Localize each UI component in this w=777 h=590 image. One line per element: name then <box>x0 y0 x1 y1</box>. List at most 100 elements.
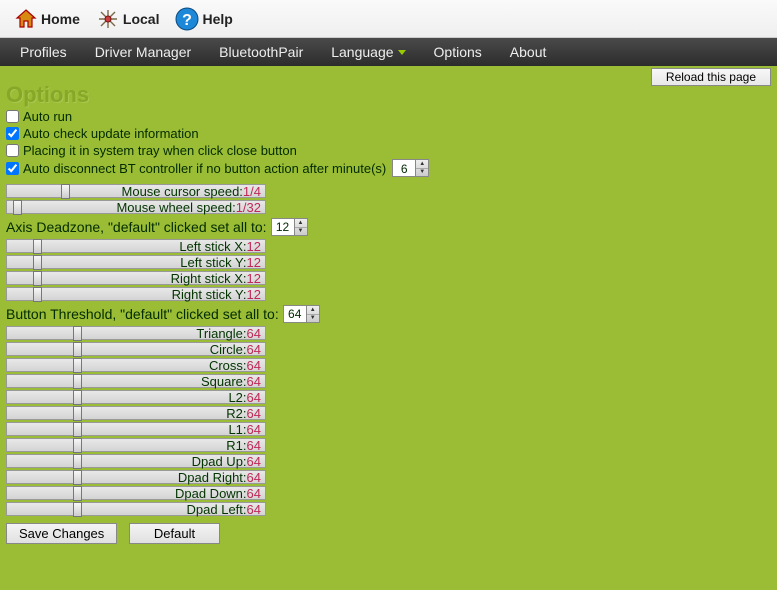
button-threshold-item-row: R1:64 <box>6 437 771 453</box>
button-threshold-item-slider[interactable]: Cross:64 <box>6 358 266 372</box>
mouse-cursor-speed-slider[interactable]: Mouse cursor speed:1/4 <box>6 184 266 198</box>
slider-handle[interactable] <box>33 271 42 286</box>
help-button[interactable]: ? Help <box>169 5 238 33</box>
menu-language[interactable]: Language <box>317 39 419 65</box>
button-threshold-item-value: 64 <box>247 406 261 421</box>
button-threshold-item-value: 64 <box>247 470 261 485</box>
button-threshold-item-label: Cross: <box>209 358 247 373</box>
button-threshold-item-row: L2:64 <box>6 389 771 405</box>
auto-disconnect-spinner[interactable]: 6 ▲ ▼ <box>392 159 429 177</box>
axis-deadzone-item-row: Right stick X:12 <box>6 270 771 286</box>
slider-handle[interactable] <box>73 406 82 421</box>
slider-handle[interactable] <box>61 184 70 199</box>
button-threshold-item-slider[interactable]: L2:64 <box>6 390 266 404</box>
axis-deadzone-item-label: Left stick Y: <box>180 255 246 270</box>
button-threshold-label: Button Threshold, "default" clicked set … <box>6 306 279 322</box>
button-threshold-item-slider[interactable]: Triangle:64 <box>6 326 266 340</box>
button-threshold-item-label: Dpad Right: <box>178 470 247 485</box>
system-tray-row: Placing it in system tray when click clo… <box>6 142 771 159</box>
slider-handle[interactable] <box>73 390 82 405</box>
spinner-down-icon[interactable]: ▼ <box>416 169 428 177</box>
axis-deadzone-section: Axis Deadzone, "default" clicked set all… <box>6 218 771 236</box>
axis-deadzone-item-slider[interactable]: Left stick X:12 <box>6 239 266 253</box>
menu-about[interactable]: About <box>496 39 561 65</box>
spinner-up-icon[interactable]: ▲ <box>295 219 307 228</box>
menu-language-label: Language <box>331 44 393 60</box>
button-threshold-item-slider[interactable]: Dpad Down:64 <box>6 486 266 500</box>
slider-handle[interactable] <box>73 438 82 453</box>
axis-deadzone-item-slider[interactable]: Right stick X:12 <box>6 271 266 285</box>
menu-options[interactable]: Options <box>420 39 496 65</box>
save-changes-button[interactable]: Save Changes <box>6 523 117 544</box>
auto-check-update-label: Auto check update information <box>23 125 199 142</box>
axis-deadzone-item-value: 12 <box>247 239 261 254</box>
button-threshold-item-slider[interactable]: R1:64 <box>6 438 266 452</box>
auto-disconnect-row: Auto disconnect BT controller if no butt… <box>6 159 771 177</box>
menu-driver-manager[interactable]: Driver Manager <box>81 39 205 65</box>
button-threshold-section: Button Threshold, "default" clicked set … <box>6 305 771 323</box>
action-buttons: Save Changes Default <box>6 523 771 544</box>
slider-handle[interactable] <box>73 502 82 517</box>
home-button[interactable]: Home <box>8 5 86 33</box>
button-threshold-item-slider[interactable]: Circle:64 <box>6 342 266 356</box>
auto-disconnect-checkbox[interactable] <box>6 162 19 175</box>
button-threshold-item-slider[interactable]: Dpad Up:64 <box>6 454 266 468</box>
home-icon <box>14 7 38 31</box>
slider-handle[interactable] <box>33 239 42 254</box>
button-threshold-item-value: 64 <box>247 486 261 501</box>
spinner-down-icon[interactable]: ▼ <box>295 228 307 236</box>
slider-handle[interactable] <box>73 470 82 485</box>
slider-handle[interactable] <box>73 454 82 469</box>
local-icon <box>96 7 120 31</box>
button-threshold-item-label: L1: <box>228 422 246 437</box>
options-panel: Reload this page Options Auto run Auto c… <box>0 66 777 590</box>
svg-text:?: ? <box>183 12 193 29</box>
button-threshold-item-slider[interactable]: R2:64 <box>6 406 266 420</box>
spinner-up-icon[interactable]: ▲ <box>307 306 319 315</box>
button-threshold-item-value: 64 <box>247 422 261 437</box>
button-threshold-item-slider[interactable]: L1:64 <box>6 422 266 436</box>
axis-deadzone-spinner[interactable]: 12 ▲ ▼ <box>271 218 308 236</box>
system-tray-checkbox[interactable] <box>6 144 19 157</box>
button-threshold-item-slider[interactable]: Dpad Left:64 <box>6 502 266 516</box>
axis-deadzone-item-row: Left stick Y:12 <box>6 254 771 270</box>
button-threshold-item-label: Dpad Left: <box>187 502 247 517</box>
button-threshold-item-slider[interactable]: Dpad Right:64 <box>6 470 266 484</box>
slider-handle[interactable] <box>73 342 82 357</box>
mouse-wheel-speed-slider[interactable]: Mouse wheel speed:1/32 <box>6 200 266 214</box>
button-threshold-item-slider[interactable]: Square:64 <box>6 374 266 388</box>
mouse-cursor-speed-label: Mouse cursor speed: <box>122 184 243 199</box>
axis-deadzone-item-slider[interactable]: Right stick Y:12 <box>6 287 266 301</box>
axis-deadzone-item-label: Right stick Y: <box>172 287 247 302</box>
button-threshold-item-row: Dpad Right:64 <box>6 469 771 485</box>
button-threshold-item-value: 64 <box>247 438 261 453</box>
menu-profiles[interactable]: Profiles <box>6 39 81 65</box>
local-button[interactable]: Local <box>90 5 166 33</box>
help-icon: ? <box>175 7 199 31</box>
system-tray-label: Placing it in system tray when click clo… <box>23 142 297 159</box>
reload-page-button[interactable]: Reload this page <box>651 68 771 86</box>
slider-handle[interactable] <box>73 422 82 437</box>
auto-check-update-checkbox[interactable] <box>6 127 19 140</box>
auto-disconnect-value: 6 <box>393 160 415 176</box>
slider-handle[interactable] <box>33 255 42 270</box>
spinner-up-icon[interactable]: ▲ <box>416 160 428 169</box>
menubar: Profiles Driver Manager BluetoothPair La… <box>0 38 777 66</box>
slider-handle[interactable] <box>33 287 42 302</box>
axis-deadzone-value: 12 <box>272 219 294 235</box>
slider-handle[interactable] <box>73 358 82 373</box>
button-threshold-item-row: Square:64 <box>6 373 771 389</box>
spinner-down-icon[interactable]: ▼ <box>307 315 319 323</box>
axis-deadzone-item-slider[interactable]: Left stick Y:12 <box>6 255 266 269</box>
auto-run-checkbox[interactable] <box>6 110 19 123</box>
slider-handle[interactable] <box>73 326 82 341</box>
default-button[interactable]: Default <box>129 523 220 544</box>
slider-handle[interactable] <box>73 374 82 389</box>
mouse-wheel-speed-row: Mouse wheel speed:1/32 <box>6 199 771 215</box>
slider-handle[interactable] <box>13 200 22 215</box>
button-threshold-spinner[interactable]: 64 ▲ ▼ <box>283 305 320 323</box>
mouse-cursor-speed-row: Mouse cursor speed:1/4 <box>6 183 771 199</box>
menu-bluetooth-pair[interactable]: BluetoothPair <box>205 39 317 65</box>
button-threshold-item-row: Circle:64 <box>6 341 771 357</box>
slider-handle[interactable] <box>73 486 82 501</box>
